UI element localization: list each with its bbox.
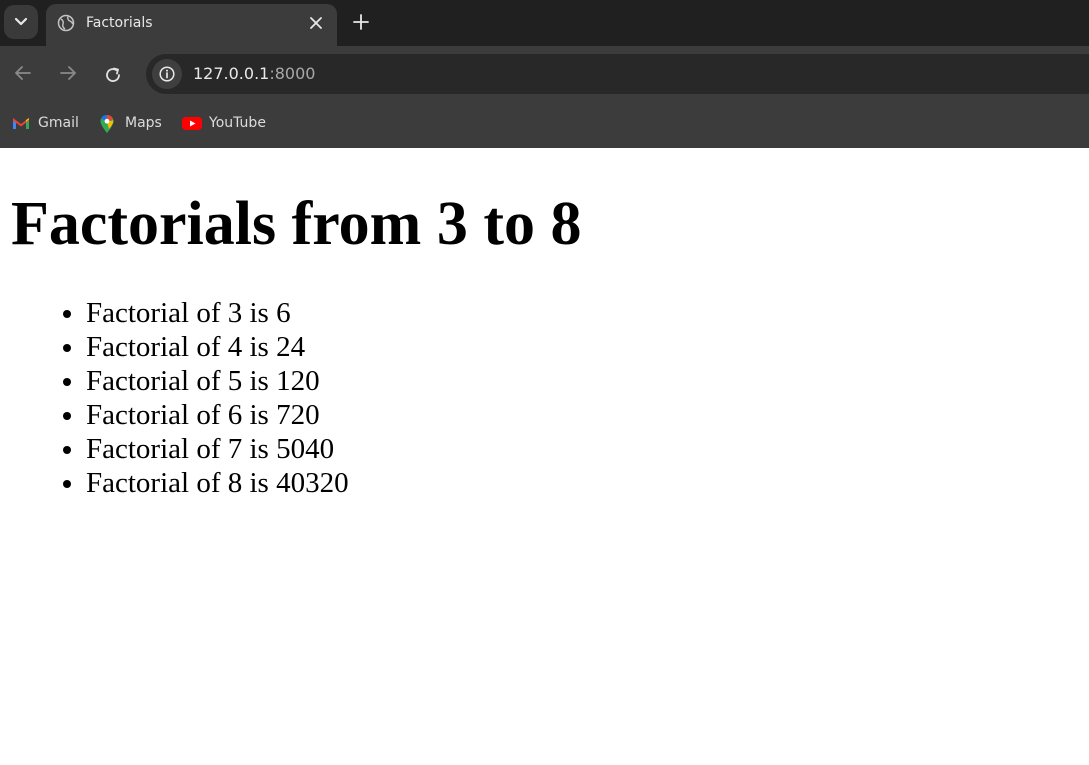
info-icon	[159, 66, 175, 82]
url-text[interactable]: 127.0.0.1:8000	[193, 65, 315, 83]
tab-strip: Factorials	[0, 0, 1089, 46]
factorial-list: Factorial of 3 is 6 Factorial of 4 is 24…	[46, 296, 349, 500]
new-tab-icon[interactable]	[353, 14, 369, 30]
chevron-down-icon	[14, 17, 28, 26]
back-arrow-icon[interactable]	[14, 65, 32, 81]
list-item: Factorial of 3 is 6	[86, 296, 349, 330]
gmail-icon	[13, 118, 29, 129]
bookmarks-bar: Gmail Maps YouTube	[0, 98, 1089, 148]
globe-icon	[57, 14, 75, 32]
url-port: :8000	[269, 64, 316, 83]
list-item: Factorial of 5 is 120	[86, 364, 349, 398]
list-item: Factorial of 6 is 720	[86, 398, 349, 432]
forward-arrow-icon[interactable]	[59, 65, 77, 81]
close-icon[interactable]	[309, 16, 323, 30]
toolbar: 127.0.0.1:8000	[0, 46, 1089, 98]
tab-title: Factorials	[86, 15, 153, 31]
site-info-button[interactable]	[152, 59, 182, 89]
list-item: Factorial of 4 is 24	[86, 330, 349, 364]
bookmark-label: Gmail	[38, 115, 79, 131]
maps-icon	[100, 115, 114, 133]
page-heading: Factorials from 3 to 8	[11, 190, 582, 258]
tab-search-button[interactable]	[4, 5, 38, 39]
address-bar[interactable]: 127.0.0.1:8000	[146, 54, 1089, 94]
bookmark-label: YouTube	[209, 115, 266, 131]
tab-factorials[interactable]: Factorials	[46, 4, 337, 46]
bookmark-label: Maps	[125, 115, 162, 131]
url-host: 127.0.0.1	[193, 64, 270, 83]
bookmark-gmail[interactable]: Gmail	[12, 114, 80, 132]
browser-chrome: Factorials 127.0.0.1:8000 Gmail Maps You…	[0, 0, 1089, 148]
bookmark-maps[interactable]: Maps	[99, 114, 165, 133]
list-item: Factorial of 8 is 40320	[86, 466, 349, 500]
reload-icon[interactable]	[104, 66, 122, 84]
bookmark-youtube[interactable]: YouTube	[182, 114, 272, 132]
list-item: Factorial of 7 is 5040	[86, 432, 349, 466]
youtube-icon	[182, 117, 202, 130]
page-content: Factorials from 3 to 8 Factorial of 3 is…	[0, 148, 1089, 765]
